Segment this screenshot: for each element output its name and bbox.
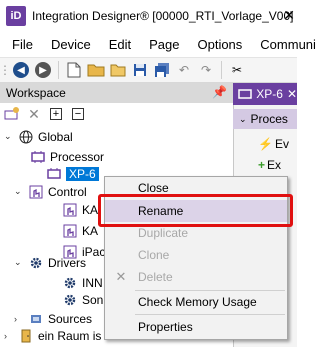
tree-label-controllers: Control xyxy=(48,184,87,199)
room-icon xyxy=(18,328,34,344)
clone-label: Clone xyxy=(138,248,170,262)
chevron-right-icon[interactable]: › xyxy=(4,331,14,341)
toolbar-separator xyxy=(58,61,59,79)
menu-device[interactable]: Device xyxy=(42,37,100,52)
tree-label-ka1: KA xyxy=(82,202,99,217)
properties-label: Properties xyxy=(138,320,193,334)
rename-label: Rename xyxy=(138,204,184,218)
collapse-all-icon[interactable]: − xyxy=(70,106,86,122)
menu-item-rename[interactable]: Rename xyxy=(105,200,287,222)
plus-icon: + xyxy=(258,158,266,172)
menu-separator xyxy=(135,314,285,315)
title-bar: iD Integration Designer® [00000_RTI_Vorl… xyxy=(0,0,297,31)
menu-edit[interactable]: Edit xyxy=(100,37,140,52)
expand-all-icon[interactable]: + xyxy=(48,106,64,122)
tree-node-son[interactable]: Son xyxy=(62,289,103,310)
delete-label: Delete xyxy=(138,270,173,284)
grip-icon: ⋮ xyxy=(0,63,11,77)
events-label: Ev xyxy=(274,137,289,151)
tree-label-sources: Sources xyxy=(48,311,93,326)
processor-header-label: Proces xyxy=(250,112,288,126)
tree-label-drivers: Drivers xyxy=(48,255,86,270)
menu-communication[interactable]: Communi xyxy=(251,37,320,52)
tree-label-son: Son xyxy=(82,292,104,307)
globe-icon xyxy=(18,129,34,145)
undo-icon[interactable]: ↶ xyxy=(175,61,193,79)
tab-close-icon[interactable]: ✕ xyxy=(287,87,297,101)
chevron-down-icon[interactable]: ⌄ xyxy=(14,257,24,268)
touch-controller-icon xyxy=(62,223,78,239)
app-logo-icon: iD xyxy=(6,5,26,26)
tab-xp6[interactable]: XP-6 ✕ xyxy=(233,83,297,105)
close-icon[interactable]: ✕ xyxy=(283,7,295,24)
chevron-right-icon[interactable]: › xyxy=(14,314,24,324)
tree-label-inn: INN xyxy=(82,275,103,290)
chevron-down-icon[interactable]: ⌄ xyxy=(4,131,14,142)
open-folder-icon[interactable] xyxy=(87,61,105,79)
events-item[interactable]: ⚡ Ev xyxy=(258,134,289,154)
gear-icon xyxy=(28,255,44,271)
menu-item-properties[interactable]: Properties xyxy=(105,316,287,338)
processor-icon xyxy=(237,86,252,102)
menu-page[interactable]: Page xyxy=(140,37,188,52)
save-icon[interactable] xyxy=(131,61,149,79)
tree-node-global[interactable]: ⌄ Global xyxy=(4,126,73,147)
processor-section-header[interactable]: ⌄ Proces xyxy=(233,109,297,129)
menu-item-close[interactable]: Close xyxy=(105,177,287,199)
touch-controller-icon xyxy=(28,184,44,200)
tree-node-ka2[interactable]: KA xyxy=(62,220,98,241)
chevron-down-icon[interactable]: ⌄ xyxy=(14,186,24,197)
menu-file[interactable]: File xyxy=(0,37,42,52)
menu-item-duplicate: Duplicate xyxy=(105,222,287,244)
back-icon[interactable]: ◀ xyxy=(12,61,30,79)
tree-node-drivers[interactable]: ⌄ Drivers xyxy=(14,252,86,273)
tree-node-ka1[interactable]: KA xyxy=(62,199,98,220)
check-memory-label: Check Memory Usage xyxy=(138,295,257,309)
tree-label-global: Global xyxy=(38,129,73,144)
forward-icon[interactable]: ▶ xyxy=(34,61,52,79)
add-label: Ex xyxy=(267,158,282,172)
delete-icon[interactable]: ✕ xyxy=(26,106,42,122)
save-all-icon[interactable] xyxy=(153,61,171,79)
gear-icon xyxy=(62,292,78,308)
tree-label-processor: Processor xyxy=(50,149,105,164)
menu-item-check-memory[interactable]: Check Memory Usage xyxy=(105,291,287,313)
workspace-title: Workspace xyxy=(6,86,66,100)
menu-item-delete: ✕ Delete xyxy=(105,266,287,288)
tree-label-xp6: XP-6 xyxy=(66,166,99,181)
tree-label-room: ein Raum is xyxy=(38,328,102,343)
menu-bar: File Device Edit Page Options Communi xyxy=(0,31,316,57)
processor-icon xyxy=(30,149,46,165)
open-icon[interactable] xyxy=(109,61,127,79)
toolbar-separator xyxy=(221,61,222,79)
duplicate-label: Duplicate xyxy=(138,226,189,240)
add-device-icon[interactable] xyxy=(4,106,20,122)
menu-item-clone: Clone xyxy=(105,244,287,266)
chevron-down-icon: ⌄ xyxy=(239,113,247,124)
cut-icon[interactable]: ✂ xyxy=(228,61,246,79)
context-menu: Close Rename Duplicate Clone ✕ Delete Ch… xyxy=(104,176,288,340)
tab-label: XP-6 xyxy=(256,87,283,101)
tree-node-room[interactable]: › ein Raum is xyxy=(4,325,101,346)
menu-options[interactable]: Options xyxy=(188,37,251,52)
lightning-icon: ⚡ xyxy=(258,137,273,151)
main-toolbar: ⋮ ◀ ▶ ↶ ↷ ✂ xyxy=(0,57,297,83)
delete-x-icon: ✕ xyxy=(115,269,127,284)
window-title: Integration Designer® [00000_RTI_Vorlage… xyxy=(32,8,294,23)
redo-icon[interactable]: ↷ xyxy=(197,61,215,79)
workspace-toolbar: ✕ + − xyxy=(0,103,233,125)
close-label: Close xyxy=(138,181,169,195)
touch-controller-icon xyxy=(62,202,78,218)
processor-icon xyxy=(46,166,62,182)
workspace-panel-header: Workspace 📌 xyxy=(0,83,233,103)
tree-label-ka2: KA xyxy=(82,223,99,238)
new-file-icon[interactable] xyxy=(65,61,83,79)
add-item[interactable]: + Ex xyxy=(258,155,281,175)
pin-icon[interactable]: 📌 xyxy=(212,85,227,99)
